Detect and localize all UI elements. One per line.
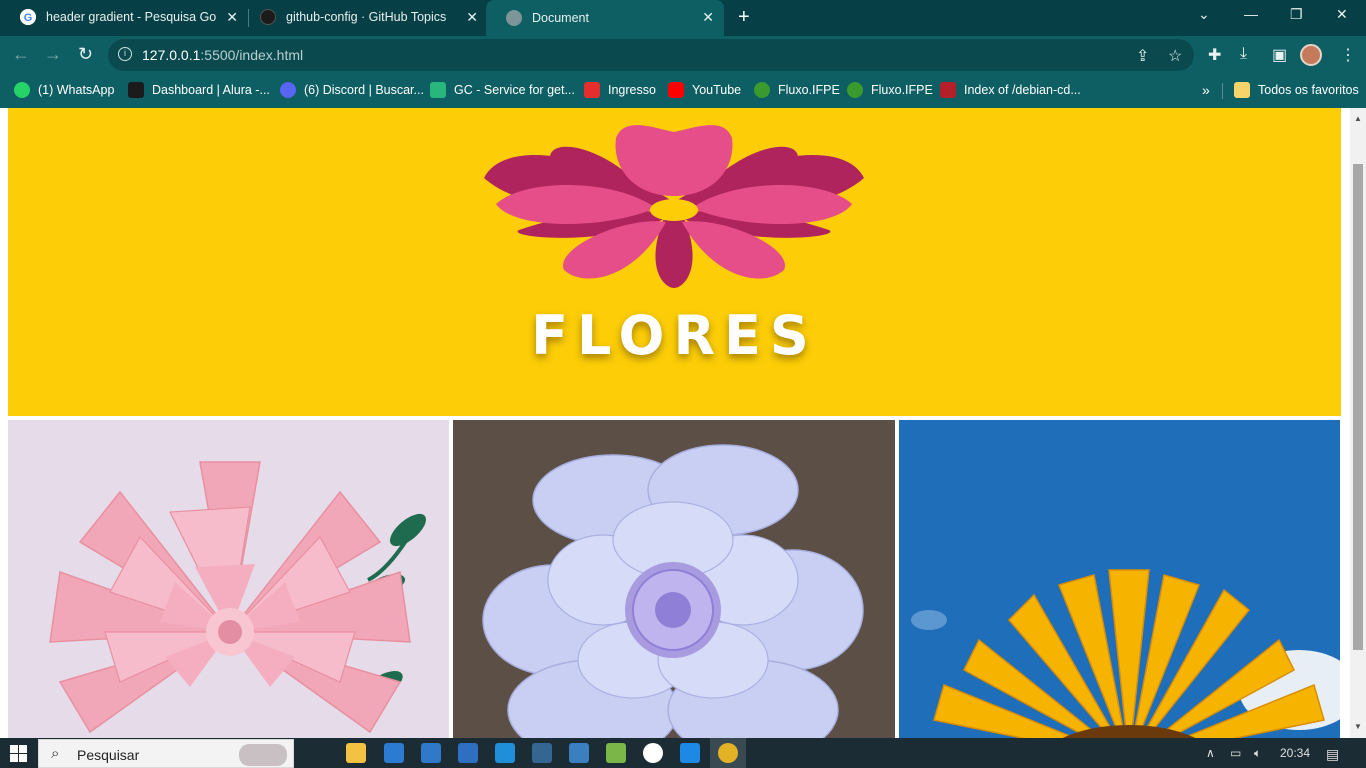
bookmark-fluxo-ifpe-2[interactable]: Fluxo.IFPE — [847, 82, 933, 98]
bookmark-ingresso[interactable]: Ingresso — [584, 82, 656, 98]
bookmark-label: Fluxo.IFPE — [871, 83, 933, 97]
google-icon[interactable] — [643, 743, 663, 763]
tab-github-topics[interactable]: github-config · GitHub Topics ✕ — [240, 0, 488, 34]
tab-title: Document — [532, 11, 589, 25]
sunflower-image — [899, 420, 1340, 738]
search-placeholder: Pesquisar — [77, 747, 140, 763]
bookmark-discord[interactable]: (6) Discord | Buscar... — [280, 82, 424, 98]
folder-icon — [1234, 82, 1250, 98]
discord-icon — [280, 82, 296, 98]
github-icon — [260, 9, 276, 25]
page-viewport: FLORES ▲ ▼ — [0, 108, 1366, 738]
app-icon[interactable] — [495, 743, 515, 763]
postgres-icon[interactable] — [532, 743, 552, 763]
side-panel-icon[interactable]: ▣ — [1272, 45, 1287, 65]
page-scrollbar[interactable]: ▲ ▼ — [1350, 108, 1366, 738]
network-icon[interactable]: ▭ — [1230, 746, 1241, 760]
bookmark-youtube[interactable]: YouTube — [668, 82, 741, 98]
hero-banner: FLORES — [8, 108, 1341, 416]
volume-icon[interactable]: 🔈︎ — [1254, 746, 1261, 761]
clock[interactable]: 20:34 — [1280, 746, 1310, 760]
file-explorer-icon[interactable] — [346, 743, 366, 763]
app-icon[interactable] — [458, 743, 478, 763]
bookmark-gc-service[interactable]: GC - Service for get... — [430, 82, 575, 98]
google-icon: G — [20, 9, 36, 25]
windows-taskbar: ⌕ Pesquisar ∧ ▭ 🔈︎ 20:34 ▤ — [0, 738, 1366, 768]
chrome-icon[interactable] — [718, 743, 738, 763]
forward-button[interactable]: → — [44, 44, 62, 65]
hero-title: FLORES — [531, 304, 818, 367]
close-icon[interactable]: ✕ — [226, 9, 238, 26]
globe-icon — [506, 10, 522, 26]
reload-button[interactable]: ↻ — [78, 44, 93, 65]
bookmark-whatsapp[interactable]: (1) WhatsApp — [14, 82, 114, 98]
scrollbar-thumb[interactable] — [1353, 164, 1363, 650]
tab-document[interactable]: Document ✕ — [486, 0, 724, 36]
fluxo-icon — [847, 82, 863, 98]
download-icon[interactable]: ⤓ — [1240, 45, 1247, 63]
chevron-up-icon[interactable]: ∧ — [1206, 746, 1215, 760]
store-icon[interactable] — [384, 743, 404, 763]
extensions-icon[interactable]: ✚ — [1208, 45, 1221, 65]
mail-icon[interactable] — [421, 743, 441, 763]
all-bookmarks-folder[interactable]: Todos os favoritos — [1234, 82, 1359, 98]
share-icon[interactable]: ⇪ — [1136, 46, 1149, 66]
check-icon — [584, 82, 600, 98]
bookmark-label: (1) WhatsApp — [38, 83, 115, 97]
flower-logo-icon — [484, 125, 864, 288]
app-icon[interactable] — [606, 743, 626, 763]
scroll-up-icon[interactable]: ▲ — [1354, 114, 1362, 123]
close-icon[interactable]: ✕ — [702, 9, 714, 26]
close-window-button[interactable]: ✕ — [1336, 6, 1348, 23]
url-text: 127.0.0.1:5500/index.html — [142, 47, 304, 63]
browser-toolbar: ← → ↻ i 127.0.0.1:5500/index.html ⇪ ☆ ✚ … — [0, 36, 1366, 74]
search-highlight-image — [239, 744, 287, 766]
avatar[interactable] — [1300, 44, 1322, 66]
menu-icon[interactable]: ⋮ — [1340, 45, 1356, 65]
bookmark-fluxo-ifpe[interactable]: Fluxo.IFPE — [754, 82, 840, 98]
bookmark-alura[interactable]: Dashboard | Alura -... — [128, 82, 270, 98]
app-icon[interactable] — [569, 743, 589, 763]
tab-google-search[interactable]: G header gradient - Pesquisa Google ✕ — [0, 0, 248, 34]
bookmark-label: YouTube — [692, 83, 742, 97]
bookmark-label: (6) Discord | Buscar... — [304, 83, 424, 97]
site-info-icon[interactable]: i — [118, 47, 132, 61]
bookmark-label: Dashboard | Alura -... — [152, 83, 270, 97]
stack-icon — [430, 82, 446, 98]
minimize-button[interactable]: — — [1244, 6, 1258, 22]
bookmarks-divider — [1222, 83, 1223, 99]
lilac-paper-flower-image — [453, 420, 895, 738]
whatsapp-icon — [14, 82, 30, 98]
alura-icon — [128, 82, 144, 98]
bookmark-debian-index[interactable]: Index of /debian-cd... — [940, 82, 1081, 98]
new-tab-button[interactable]: + — [738, 6, 750, 29]
apache-icon — [940, 82, 956, 98]
tab-title: header gradient - Pesquisa Google — [46, 10, 216, 24]
fluxo-icon — [754, 82, 770, 98]
svg-text:G: G — [24, 12, 33, 24]
bookmark-label: Ingresso — [608, 83, 656, 97]
taskbar-search[interactable]: ⌕ Pesquisar — [38, 739, 294, 768]
address-bar[interactable]: i 127.0.0.1:5500/index.html ⇪ ☆ — [108, 39, 1194, 71]
search-icon: ⌕ — [51, 745, 60, 762]
bookmark-label: Todos os favoritos — [1258, 83, 1359, 97]
restore-button[interactable]: ❐ — [1290, 6, 1303, 23]
windows-start-icon[interactable] — [10, 745, 27, 762]
more-bookmarks-icon[interactable]: » — [1202, 82, 1210, 98]
back-button[interactable]: ← — [12, 44, 30, 65]
tab-search-icon[interactable]: ⌄ — [1198, 6, 1210, 23]
youtube-icon — [668, 82, 684, 98]
vscode-icon[interactable] — [680, 743, 700, 763]
star-icon[interactable]: ☆ — [1168, 46, 1182, 66]
notification-icon[interactable]: ▤ — [1326, 746, 1339, 763]
close-icon[interactable]: ✕ — [466, 9, 478, 26]
pink-paper-flower-image — [8, 420, 449, 738]
bookmark-label: GC - Service for get... — [454, 83, 575, 97]
tab-strip: G header gradient - Pesquisa Google ✕ gi… — [0, 0, 1366, 36]
scroll-down-icon[interactable]: ▼ — [1354, 722, 1362, 731]
bookmarks-bar: (1) WhatsApp Dashboard | Alura -... (6) … — [0, 74, 1366, 108]
bookmark-label: Fluxo.IFPE — [778, 83, 840, 97]
bookmark-label: Index of /debian-cd... — [964, 83, 1081, 97]
tab-title: github-config · GitHub Topics — [286, 10, 447, 24]
